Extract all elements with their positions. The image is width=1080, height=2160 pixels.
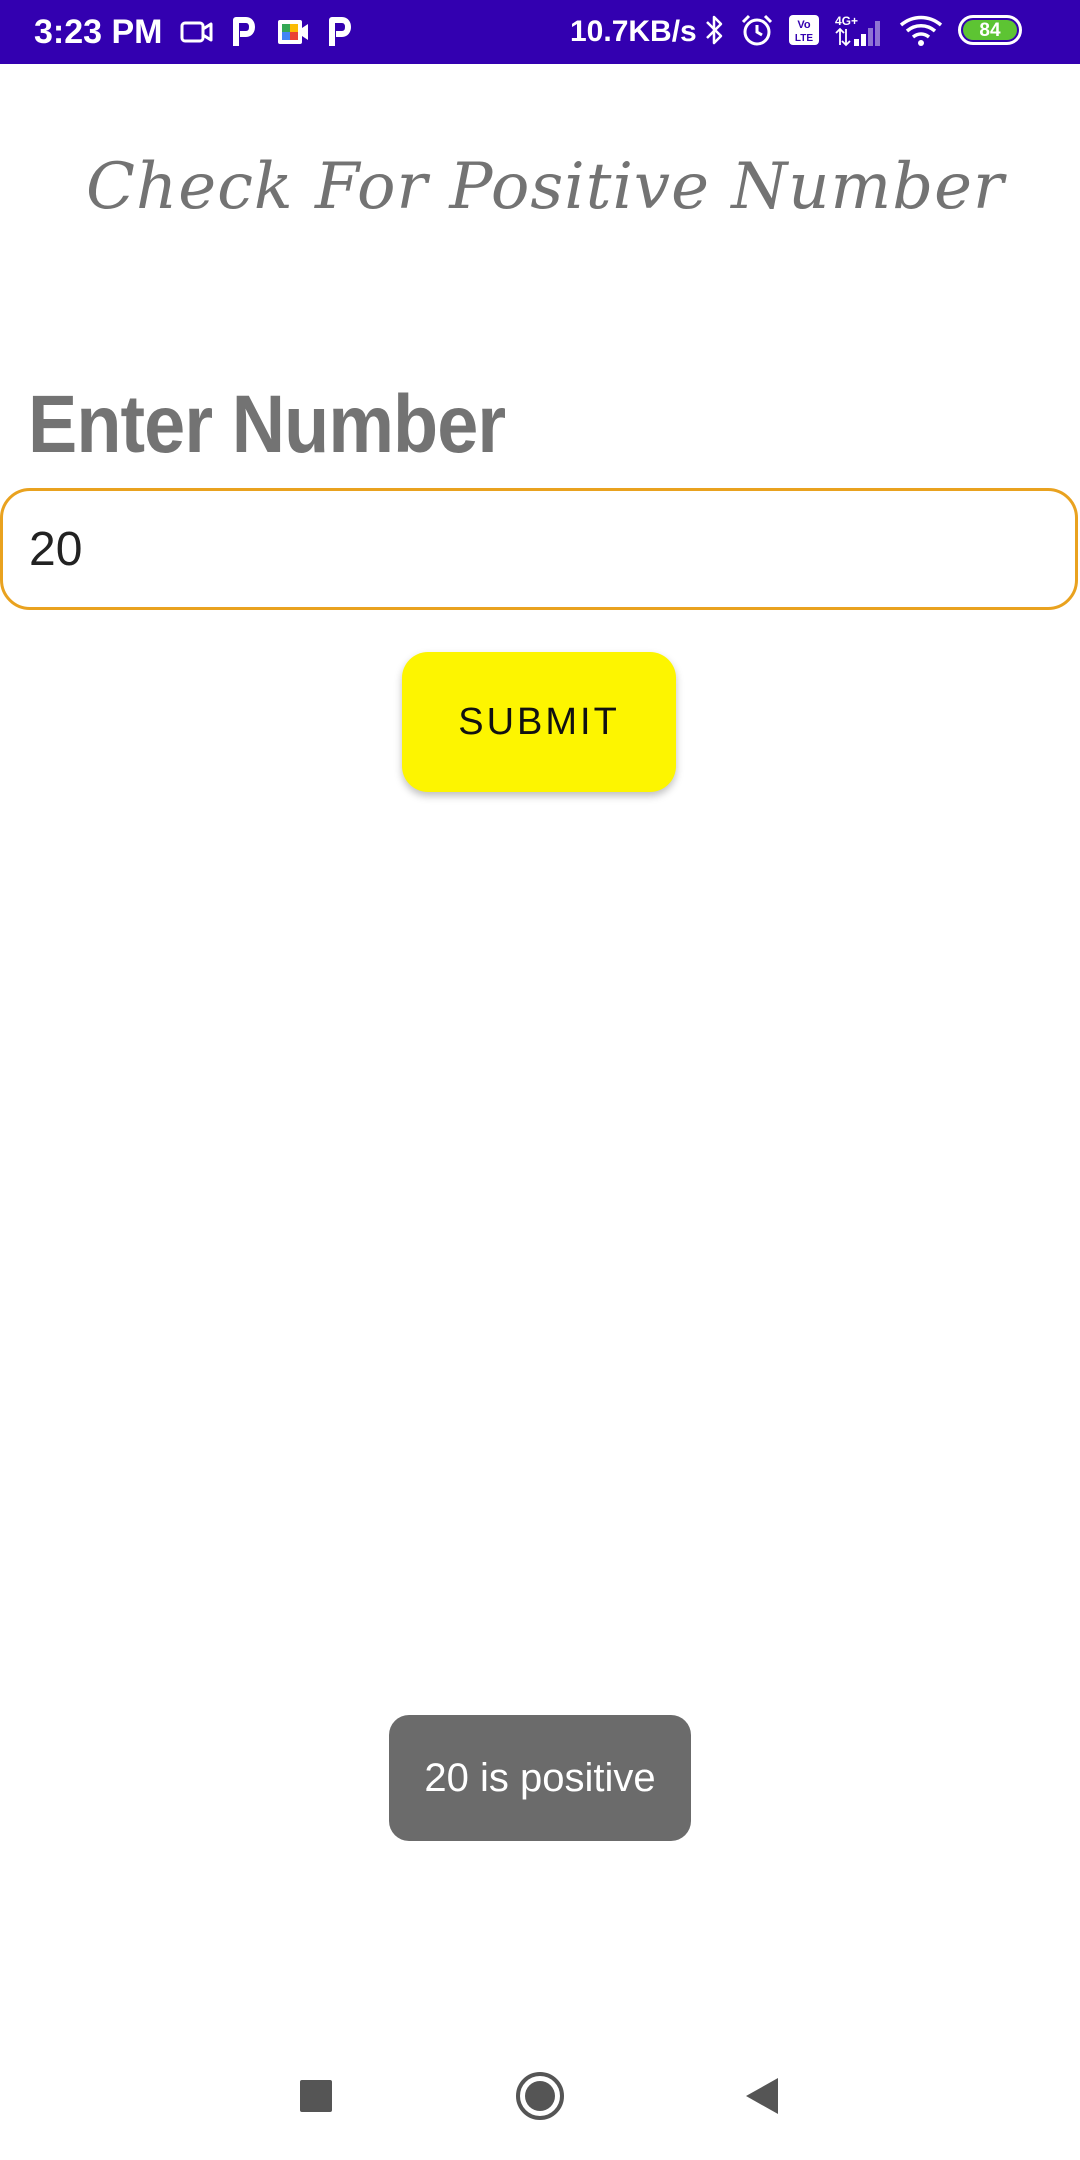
navigation-bar (0, 2040, 1080, 2160)
home-icon (516, 2072, 564, 2120)
app-screen: 3:23 PM 10.7KB/s Vo LTE 4G+ 84 Check For… (0, 0, 1080, 2160)
volte-icon: Vo LTE (788, 12, 820, 48)
recents-button[interactable] (286, 2066, 346, 2126)
wifi-icon (898, 12, 944, 48)
network-speed: 10.7KB/s (570, 15, 697, 48)
toast-message: 20 is positive (389, 1715, 691, 1841)
battery-level: 84 (963, 20, 1017, 40)
battery-icon: 84 (958, 12, 1022, 48)
status-bar: 3:23 PM 10.7KB/s Vo LTE 4G+ 84 (0, 0, 1080, 64)
video-call-icon (180, 14, 214, 50)
svg-text:Vo: Vo (797, 19, 811, 31)
system-icons: Vo LTE 4G+ 84 (704, 12, 1022, 48)
status-time: 3:23 PM (34, 13, 163, 51)
signal-4g-icon: 4G+ (834, 12, 884, 48)
input-label: Enter Number (28, 379, 506, 470)
back-button[interactable] (732, 2066, 792, 2126)
bluetooth-icon (704, 12, 726, 48)
number-input[interactable] (0, 488, 1078, 610)
home-button[interactable] (510, 2066, 570, 2126)
network-type-label: 4G+ (835, 14, 858, 28)
paytm-p-icon (328, 14, 354, 50)
back-icon (746, 2078, 778, 2114)
paytm-p-icon (232, 14, 258, 50)
alarm-icon (740, 12, 774, 48)
submit-button[interactable]: SUBMIT (402, 652, 676, 792)
svg-text:LTE: LTE (795, 33, 813, 44)
google-meet-icon (276, 14, 310, 50)
notification-icons (180, 14, 354, 50)
recents-icon (300, 2080, 332, 2112)
app-title: Check For Positive Number (86, 150, 1005, 224)
